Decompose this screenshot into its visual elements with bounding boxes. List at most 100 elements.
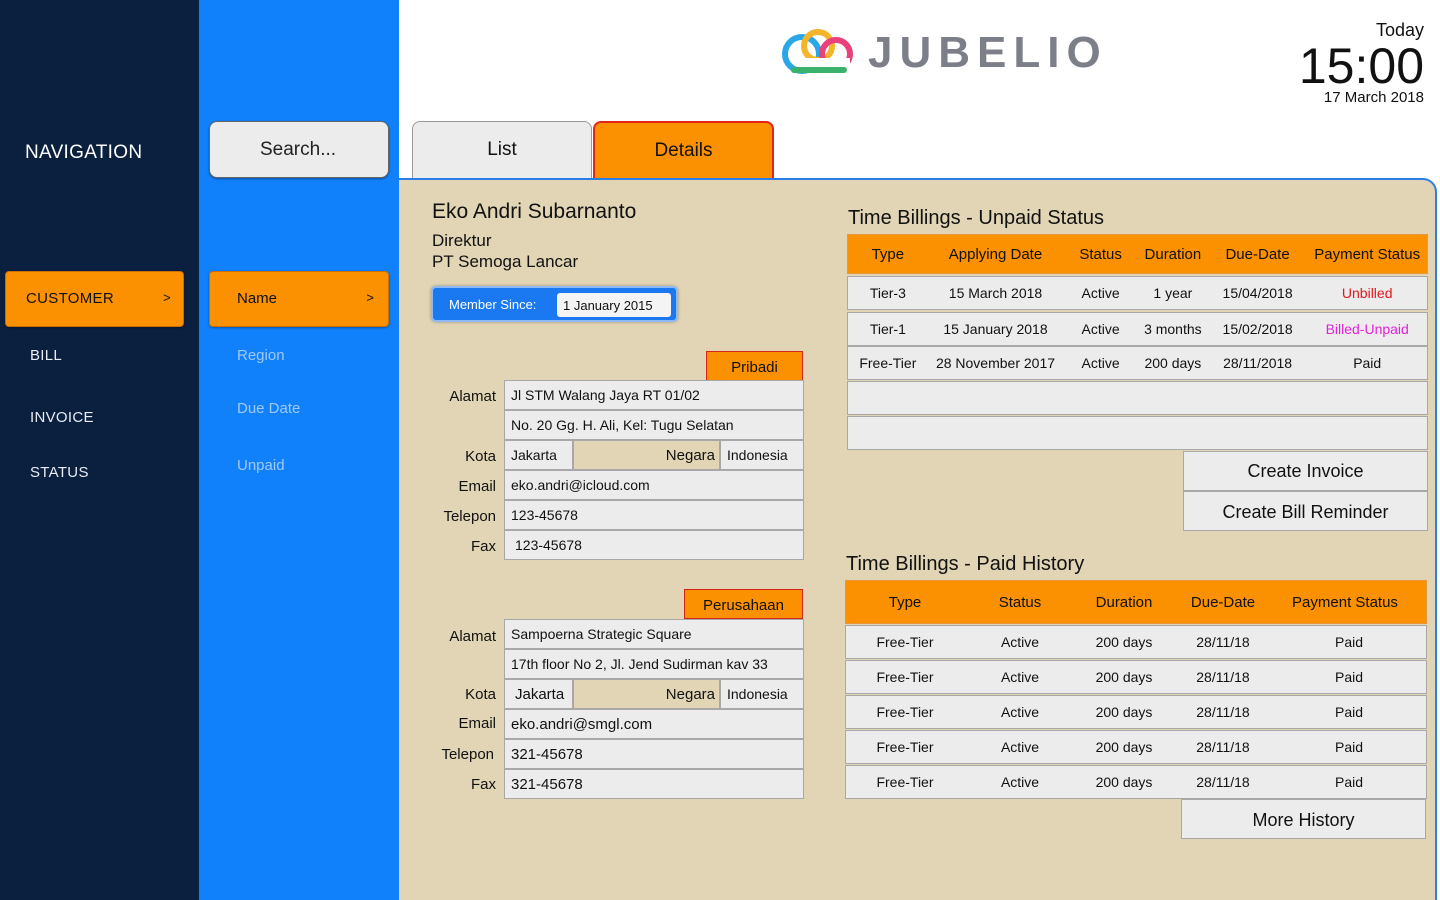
cell-due-date: 15/04/2018 xyxy=(1222,285,1293,301)
cell-duration: 1 year xyxy=(1153,285,1193,301)
column-header[interactable]: Type xyxy=(846,594,964,611)
tab-details[interactable]: Details xyxy=(593,121,774,181)
clock-time: 15:00 xyxy=(1298,38,1424,94)
cell-status: Active xyxy=(1000,739,1040,755)
paid-table-row[interactable]: Free-Tier Active 200 days 28/11/18 Paid xyxy=(845,765,1427,799)
cell-applying-date: 15 March 2018 xyxy=(948,285,1043,301)
paid-table-row[interactable]: Free-Tier Active 200 days 28/11/18 Paid xyxy=(845,625,1427,659)
perusahaan-tag: Perusahaan xyxy=(684,589,803,619)
perusahaan-alamat-1-field[interactable]: Sampoerna Strategic Square xyxy=(504,619,804,649)
column-header[interactable]: Applying Date xyxy=(928,246,1064,263)
column-header[interactable]: Payment Status xyxy=(1307,246,1427,263)
pribadi-telepon-field[interactable]: 123-45678 xyxy=(504,500,804,530)
cell-payment-status: Billed-Unpaid xyxy=(1325,321,1409,337)
customer-company: PT Semoga Lancar xyxy=(432,252,579,271)
member-since-badge: Member Since: 1 January 2015 xyxy=(431,286,678,322)
cell-type: Free-Tier xyxy=(859,355,917,371)
cell-due-date: 15/02/2018 xyxy=(1222,321,1293,337)
pribadi-kota-field[interactable]: Jakarta xyxy=(504,440,573,470)
search-button[interactable]: Search... xyxy=(209,121,389,178)
navigation-title: NAVIGATION xyxy=(25,142,143,163)
perusahaan-telepon-label: Telepon xyxy=(441,746,494,763)
column-header[interactable]: Type xyxy=(848,246,928,263)
cell-type: Tier-1 xyxy=(869,321,906,337)
filter-item-name[interactable]: Name > xyxy=(209,271,389,327)
cell-duration: 3 months xyxy=(1144,321,1202,337)
nav-item-invoice[interactable]: INVOICE xyxy=(30,409,94,426)
cell-due-date: 28/11/18 xyxy=(1196,634,1250,650)
perusahaan-alamat-2-field[interactable]: 17th floor No 2, Jl. Jend Sudirman kav 3… xyxy=(504,649,804,679)
pribadi-email-label: Email xyxy=(458,478,496,495)
column-header[interactable]: Status xyxy=(1063,246,1138,263)
pribadi-tag: Pribadi xyxy=(706,351,803,381)
paid-table-row[interactable]: Free-Tier Active 200 days 28/11/18 Paid xyxy=(845,730,1427,764)
pribadi-negara-label: Negara xyxy=(573,440,720,470)
paid-section-title: Time Billings - Paid History xyxy=(846,553,1085,575)
unpaid-table-row[interactable]: Tier-1 15 January 2018 Active 3 months 1… xyxy=(847,312,1428,346)
nav-item-label: CUSTOMER xyxy=(26,290,114,307)
cell-duration: 200 days xyxy=(1144,355,1202,371)
paid-table-header: Type Status Duration Due-Date Payment St… xyxy=(845,580,1427,624)
perusahaan-negara-label: Negara xyxy=(573,679,720,709)
details-panel: Eko Andri Subarnanto Direktur PT Semoga … xyxy=(399,178,1437,900)
column-header[interactable]: Duration xyxy=(1138,246,1208,263)
more-history-button[interactable]: More History xyxy=(1181,799,1426,839)
pribadi-kota-label: Kota xyxy=(465,448,496,465)
app-root: NAVIGATION CUSTOMER > BILL INVOICE STATU… xyxy=(0,0,1440,900)
pribadi-fax-field[interactable]: 123-45678 xyxy=(504,530,804,560)
cell-type: Free-Tier xyxy=(876,739,934,755)
perusahaan-kota-field[interactable]: Jakarta xyxy=(504,679,573,709)
cell-payment-status: Paid xyxy=(1334,704,1364,720)
paid-table-row[interactable]: Free-Tier Active 200 days 28/11/18 Paid xyxy=(845,695,1427,729)
cell-status: Active xyxy=(1081,355,1120,371)
filter-item-due-date[interactable]: Due Date xyxy=(237,400,300,417)
cell-type: Tier-3 xyxy=(869,285,906,301)
perusahaan-email-field[interactable]: eko.andri@smgl.com xyxy=(504,709,804,739)
nav-item-customer[interactable]: CUSTOMER > xyxy=(5,271,184,327)
pribadi-email-field[interactable]: eko.andri@icloud.com xyxy=(504,470,804,500)
cell-payment-status: Paid xyxy=(1334,774,1364,790)
nav-item-status[interactable]: STATUS xyxy=(30,464,89,481)
cell-due-date: 28/11/2018 xyxy=(1223,355,1293,371)
cell-type: Free-Tier xyxy=(876,704,934,720)
column-header[interactable]: Status xyxy=(964,594,1076,611)
jubelio-logo: JUBELIO xyxy=(780,28,1108,78)
cell-duration: 200 days xyxy=(1095,739,1153,755)
column-header[interactable]: Due-Date xyxy=(1208,246,1308,263)
unpaid-table-row-empty xyxy=(847,416,1428,450)
customer-title: Direktur xyxy=(432,231,492,250)
cell-duration: 200 days xyxy=(1095,634,1153,650)
unpaid-table-row[interactable]: Tier-3 15 March 2018 Active 1 year 15/04… xyxy=(847,276,1428,310)
filter-item-unpaid[interactable]: Unpaid xyxy=(237,457,285,474)
perusahaan-negara-field[interactable]: Indonesia xyxy=(720,679,804,709)
paid-table-row[interactable]: Free-Tier Active 200 days 28/11/18 Paid xyxy=(845,660,1427,694)
column-header[interactable]: Duration xyxy=(1076,594,1172,611)
cell-due-date: 28/11/18 xyxy=(1196,669,1250,685)
cell-duration: 200 days xyxy=(1095,669,1153,685)
cell-applying-date: 15 January 2018 xyxy=(943,321,1048,337)
create-invoice-button[interactable]: Create Invoice xyxy=(1183,451,1428,491)
pribadi-fax-label: Fax xyxy=(470,538,496,555)
nav-item-bill[interactable]: BILL xyxy=(30,347,62,364)
filter-item-region[interactable]: Region xyxy=(237,347,285,364)
cell-due-date: 28/11/18 xyxy=(1196,739,1250,755)
perusahaan-fax-field[interactable]: 321-45678 xyxy=(504,769,804,799)
cell-status: Active xyxy=(1000,669,1040,685)
perusahaan-alamat-label: Alamat xyxy=(449,628,496,645)
column-header[interactable]: Payment Status xyxy=(1274,594,1416,611)
filter-item-label: Name xyxy=(237,290,278,307)
cell-type: Free-Tier xyxy=(876,634,934,650)
unpaid-table-row[interactable]: Free-Tier 28 November 2017 Active 200 da… xyxy=(847,346,1428,380)
pribadi-negara-field[interactable]: Indonesia xyxy=(720,440,804,470)
cell-payment-status: Unbilled xyxy=(1341,285,1393,301)
pribadi-alamat-2-field[interactable]: No. 20 Gg. H. Ali, Kel: Tugu Selatan xyxy=(504,410,804,440)
perusahaan-email-label: Email xyxy=(458,715,496,732)
cell-status: Active xyxy=(1000,704,1040,720)
tab-list[interactable]: List xyxy=(412,121,592,181)
cell-status: Active xyxy=(1000,634,1040,650)
create-bill-reminder-button[interactable]: Create Bill Reminder xyxy=(1183,491,1428,531)
perusahaan-telepon-field[interactable]: 321-45678 xyxy=(504,739,804,769)
column-header[interactable]: Due-Date xyxy=(1172,594,1274,611)
perusahaan-fax-label: Fax xyxy=(470,776,496,793)
pribadi-alamat-1-field[interactable]: Jl STM Walang Jaya RT 01/02 xyxy=(504,380,804,410)
